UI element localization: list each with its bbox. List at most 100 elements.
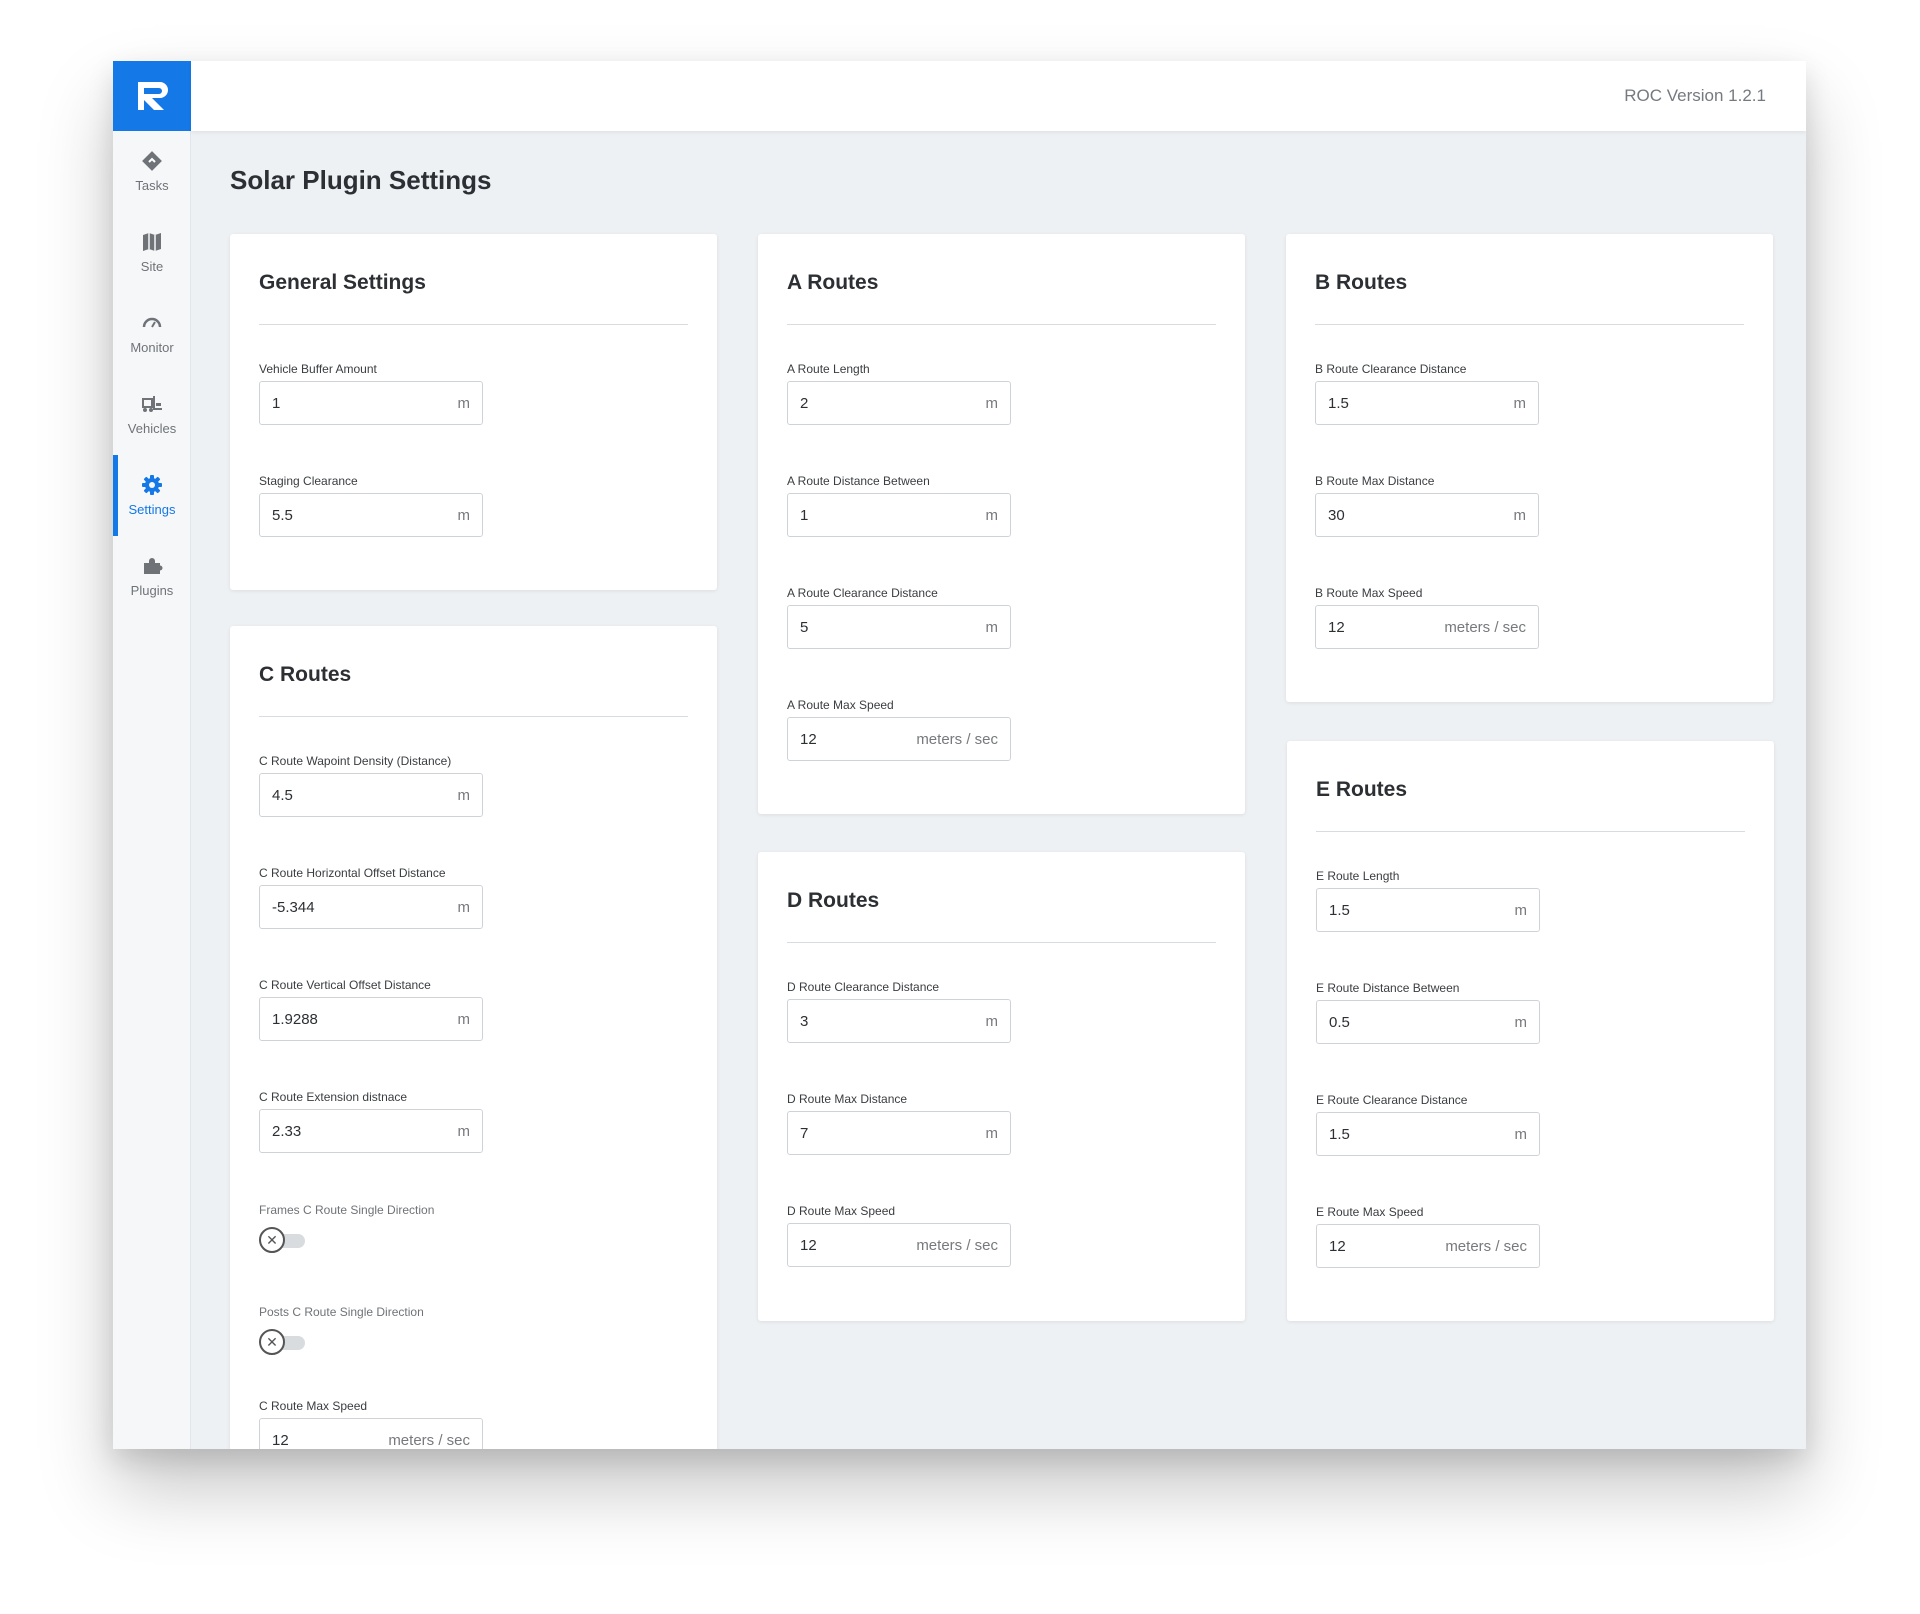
unit-label: meters / sec	[1444, 618, 1526, 636]
c-route-vertical-offset-input[interactable]	[272, 1010, 362, 1028]
nav-item-monitor[interactable]: Monitor	[113, 293, 191, 374]
nav-label-monitor: Monitor	[130, 340, 174, 355]
unit-label: m	[985, 1124, 999, 1142]
b-route-max-distance-input[interactable]	[1328, 506, 1418, 524]
input-box: m	[259, 381, 483, 425]
field-c-route-vertical-offset: C Route Vertical Offset Distance m	[259, 941, 688, 1053]
d-routes-card: D Routes D Route Clearance Distance m D …	[758, 852, 1245, 1321]
card-title: General Settings	[259, 234, 688, 325]
unit-label: m	[1514, 1125, 1528, 1143]
d-route-max-speed-input[interactable]	[800, 1236, 890, 1254]
field-frames-single-direction: Frames C Route Single Direction ✕	[259, 1165, 688, 1267]
input-box: m	[259, 885, 483, 929]
input-box: m	[787, 999, 1011, 1043]
unit-label: m	[457, 506, 471, 524]
map-icon	[143, 233, 161, 251]
posts-single-direction-toggle[interactable]: ✕	[259, 1329, 307, 1355]
field-label: B Route Max Speed	[1315, 586, 1423, 600]
a-route-clearance-distance-input[interactable]	[800, 618, 890, 636]
unit-label: meters / sec	[388, 1431, 470, 1449]
a-route-max-speed-input[interactable]	[800, 730, 890, 748]
nav-label-tasks: Tasks	[135, 178, 169, 193]
input-box: meters / sec	[259, 1418, 483, 1449]
sidebar: Tasks Site Monitor Vehicles Settings Plu…	[113, 61, 191, 1449]
field-label: B Route Clearance Distance	[1315, 362, 1467, 376]
c-routes-card: C Routes C Route Wapoint Density (Distan…	[230, 626, 717, 1449]
field-label: C Route Horizontal Offset Distance	[259, 866, 446, 880]
b-routes-card: B Routes B Route Clearance Distance m B …	[1286, 234, 1773, 702]
toggle-label: Posts C Route Single Direction	[259, 1305, 424, 1319]
field-a-route-clearance-distance: A Route Clearance Distance m	[787, 549, 1216, 661]
field-label: Staging Clearance	[259, 474, 358, 488]
top-bar: ROC Version 1.2.1	[191, 61, 1806, 131]
input-box: m	[1315, 381, 1539, 425]
nav-item-vehicles[interactable]: Vehicles	[113, 374, 191, 455]
input-box: m	[787, 1111, 1011, 1155]
unit-label: m	[457, 394, 471, 412]
e-route-distance-between-input[interactable]	[1329, 1013, 1419, 1031]
nav-item-plugins[interactable]: Plugins	[113, 536, 191, 617]
nav-label-plugins: Plugins	[130, 583, 174, 598]
b-route-clearance-distance-input[interactable]	[1328, 394, 1418, 412]
nav-item-tasks[interactable]: Tasks	[113, 131, 191, 212]
input-box: m	[259, 997, 483, 1041]
a-route-distance-between-input[interactable]	[800, 506, 890, 524]
e-route-max-speed-input[interactable]	[1329, 1237, 1419, 1255]
field-b-route-max-speed: B Route Max Speed meters / sec	[1315, 549, 1744, 661]
gear-icon	[142, 475, 162, 495]
toggle-label: Frames C Route Single Direction	[259, 1203, 435, 1217]
field-a-route-length: A Route Length m	[787, 325, 1216, 437]
field-label: A Route Distance Between	[787, 474, 930, 488]
nav-item-site[interactable]: Site	[113, 212, 191, 293]
c-route-waypoint-density-input[interactable]	[272, 786, 362, 804]
unit-label: m	[985, 618, 999, 636]
version-label: ROC Version 1.2.1	[1624, 86, 1766, 105]
unit-label: m	[457, 786, 471, 804]
unit-label: m	[1514, 901, 1528, 919]
input-box: m	[259, 1109, 483, 1153]
e-route-clearance-distance-input[interactable]	[1329, 1125, 1419, 1143]
frames-single-direction-toggle[interactable]: ✕	[259, 1227, 307, 1253]
d-route-max-distance-input[interactable]	[800, 1124, 890, 1142]
unit-label: m	[985, 506, 999, 524]
field-e-route-distance-between: E Route Distance Between m	[1316, 944, 1745, 1056]
field-label: D Route Clearance Distance	[787, 980, 940, 994]
field-staging-clearance: Staging Clearance m	[259, 437, 688, 549]
field-label: E Route Max Speed	[1316, 1205, 1424, 1219]
b-route-max-speed-input[interactable]	[1328, 618, 1418, 636]
input-box: meters / sec	[1316, 1224, 1540, 1268]
field-label: E Route Length	[1316, 869, 1400, 883]
unit-label: m	[457, 1122, 471, 1140]
c-route-extension-input[interactable]	[272, 1122, 362, 1140]
field-label: D Route Max Speed	[787, 1204, 896, 1218]
unit-label: m	[1513, 506, 1527, 524]
forklift-icon	[142, 396, 162, 412]
staging-clearance-input[interactable]	[272, 506, 362, 524]
e-route-length-input[interactable]	[1329, 901, 1419, 919]
unit-label: m	[457, 1010, 471, 1028]
unit-label: m	[985, 394, 999, 412]
field-label: C Route Wapoint Density (Distance)	[259, 754, 452, 768]
field-label: A Route Max Speed	[787, 698, 894, 712]
app-logo[interactable]	[113, 61, 191, 131]
field-d-route-max-distance: D Route Max Distance m	[787, 1055, 1216, 1167]
field-c-route-waypoint-density: C Route Wapoint Density (Distance) m	[259, 717, 688, 829]
e-routes-card: E Routes E Route Length m E Route Distan…	[1287, 741, 1774, 1321]
field-label: A Route Length	[787, 362, 870, 376]
nav-item-settings[interactable]: Settings	[113, 455, 191, 536]
c-route-max-speed-input[interactable]	[272, 1431, 362, 1449]
vehicle-buffer-amount-input[interactable]	[272, 394, 362, 412]
nav-label-settings: Settings	[128, 502, 176, 517]
field-label: B Route Max Distance	[1315, 474, 1435, 488]
c-route-horizontal-offset-input[interactable]	[272, 898, 362, 916]
unit-label: meters / sec	[1445, 1237, 1527, 1255]
d-route-clearance-distance-input[interactable]	[800, 1012, 890, 1030]
input-box: m	[1316, 888, 1540, 932]
unit-label: m	[985, 1012, 999, 1030]
field-c-route-extension: C Route Extension distnace m	[259, 1053, 688, 1165]
a-route-length-input[interactable]	[800, 394, 890, 412]
field-c-route-horizontal-offset: C Route Horizontal Offset Distance m	[259, 829, 688, 941]
close-icon: ✕	[259, 1329, 285, 1355]
card-title: B Routes	[1315, 234, 1744, 325]
input-box: meters / sec	[1315, 605, 1539, 649]
